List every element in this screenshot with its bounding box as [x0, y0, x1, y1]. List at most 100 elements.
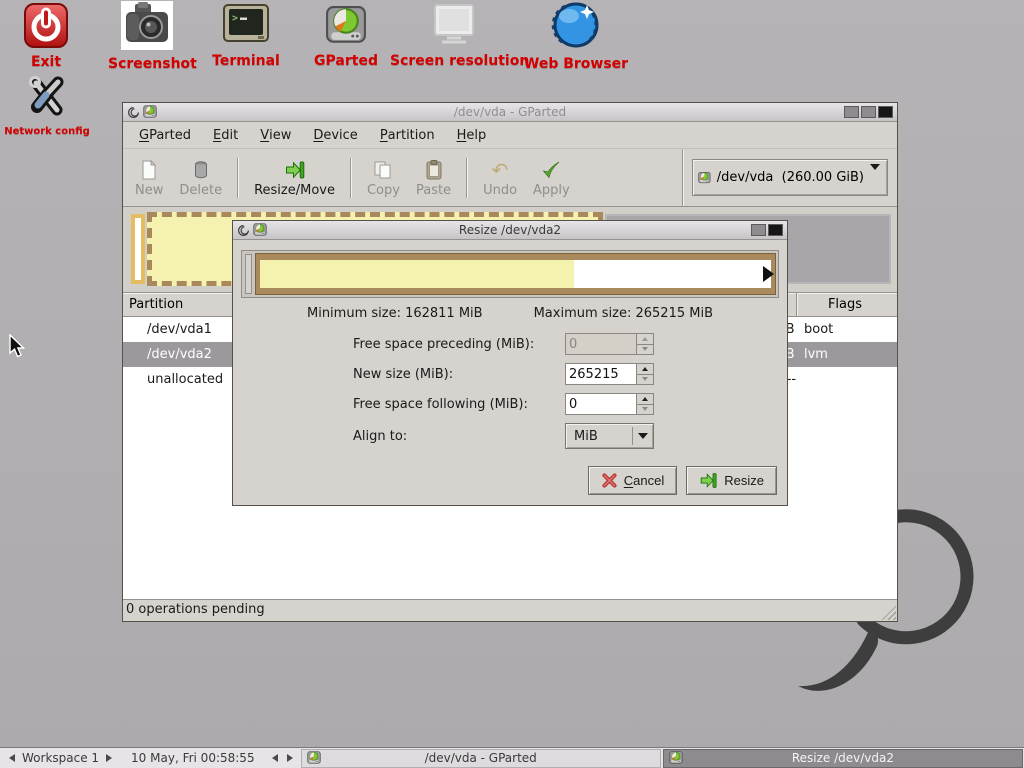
menu-view[interactable]: View [249, 122, 302, 148]
new-partition-icon [138, 159, 160, 181]
desktop-icon-screenshot[interactable]: Screenshot [108, 1, 186, 72]
new-size-input[interactable] [565, 363, 637, 385]
tools-icon [24, 72, 70, 120]
window-cycle-arrows [265, 754, 300, 762]
menu-gparted[interactable]: GParted [128, 122, 202, 148]
desktop-icon-gparted[interactable]: GParted [311, 5, 381, 69]
spin-up-icon [637, 333, 654, 345]
free-space-preceding-spinner [565, 333, 654, 355]
dialog-title: Resize /dev/vda2 [233, 223, 787, 237]
desktop-icon-label: GParted [311, 53, 381, 69]
free-space-preceding-input [565, 333, 637, 355]
partition-frame [255, 253, 776, 295]
device-label: /dev/vda (260.00 GiB) [717, 170, 864, 185]
desktop-icon-label: Network config [2, 126, 92, 137]
maximize-button[interactable] [861, 106, 876, 118]
taskbar-window-gparted[interactable]: /dev/vda - GParted [301, 749, 661, 768]
left-resize-handle[interactable] [245, 254, 252, 294]
workspace-switcher[interactable]: Workspace 1 [0, 751, 121, 765]
delete-button[interactable]: Delete [171, 155, 230, 200]
pending-operations-text: 0 operations pending [126, 602, 265, 617]
cancel-x-icon [601, 472, 618, 489]
prev-window-icon[interactable] [272, 754, 278, 762]
desktop-icon-label: Exit [16, 54, 76, 70]
free-space-following-input[interactable] [565, 393, 637, 415]
cancel-button[interactable]: Cancel [588, 466, 677, 495]
spin-down-icon[interactable] [637, 375, 654, 386]
undo-button[interactable]: ↶ Undo [475, 155, 525, 200]
menu-device[interactable]: Device [302, 122, 368, 148]
desktop-icon-label: Screen resolution [390, 53, 517, 69]
gparted-window-icon [143, 105, 157, 119]
globe-icon [551, 0, 601, 50]
desktop-icon-exit[interactable]: Exit [16, 3, 76, 70]
resize-move-button[interactable]: Resize/Move [246, 155, 343, 200]
minimum-size-text: Minimum size: 162811 MiB [307, 306, 483, 321]
resize-move-icon [284, 159, 306, 181]
toolbar: New Delete Resize/Move Copy Paste [123, 149, 897, 207]
maximum-size-text: Maximum size: 265215 MiB [534, 306, 713, 321]
paste-button[interactable]: Paste [408, 155, 459, 200]
toolbar-separator [237, 158, 239, 198]
next-workspace-icon[interactable] [106, 754, 112, 762]
used-space-bar [260, 260, 574, 288]
new-size-label: New size (MiB): [353, 367, 565, 382]
desktop-icon-label: Web Browser [520, 56, 632, 72]
desktop-icon-label: Terminal [203, 53, 289, 69]
menubar: GParted Edit View Device Partition Help [123, 122, 897, 149]
status-bar: 0 operations pending [123, 599, 897, 621]
align-to-select[interactable]: MiB [565, 423, 654, 449]
device-selector[interactable]: /dev/vda (260.00 GiB) [692, 159, 888, 196]
apply-check-icon [540, 159, 562, 181]
free-space-following-spinner[interactable] [565, 393, 654, 415]
paste-icon [423, 159, 445, 181]
free-space-preceding-label: Free space preceding (MiB): [353, 337, 565, 352]
minimize-button[interactable] [844, 106, 859, 118]
toolbar-separator [350, 158, 352, 198]
new-button[interactable]: New [127, 155, 171, 200]
undo-icon: ↶ [489, 159, 511, 181]
gparted-task-icon [669, 751, 683, 765]
resize-grip[interactable] [881, 605, 896, 620]
dialog-titlebar[interactable]: Resize /dev/vda2 [233, 221, 787, 240]
chevron-down-icon [633, 433, 653, 439]
close-button[interactable] [768, 224, 783, 236]
spin-down-icon[interactable] [637, 405, 654, 416]
chevron-down-icon [870, 170, 882, 185]
clock: 10 May, Fri 00:58:55 [121, 751, 265, 765]
close-button[interactable] [878, 106, 893, 118]
size-limits: Minimum size: 162811 MiB Maximum size: 2… [233, 306, 787, 321]
copy-icon [372, 159, 394, 181]
maximize-button[interactable] [751, 224, 766, 236]
taskbar-window-resize-dialog[interactable]: Resize /dev/vda2 [663, 749, 1023, 768]
new-size-spinner[interactable] [565, 363, 654, 385]
resize-button[interactable]: Resize [686, 466, 777, 495]
dialog-buttons: Cancel Resize [588, 466, 777, 495]
align-to-label: Align to: [353, 429, 565, 444]
device-drive-icon [698, 168, 711, 188]
right-resize-handle-icon[interactable] [763, 266, 774, 282]
menu-help[interactable]: Help [446, 122, 498, 148]
main-titlebar[interactable]: /dev/vda - GParted [123, 103, 897, 122]
desktop-icon-network-config[interactable]: Network config [2, 72, 92, 137]
terminal-icon: > [222, 3, 270, 47]
partition-block-vda1[interactable] [131, 214, 145, 284]
menu-partition[interactable]: Partition [369, 122, 446, 148]
column-header-flags[interactable]: Flags [796, 293, 893, 316]
debian-swirl-icon [127, 106, 140, 119]
svg-text:>: > [232, 13, 238, 24]
device-combo-area: /dev/vda (260.00 GiB) [682, 149, 897, 206]
desktop-icon-screen-resolution[interactable]: Screen resolution [390, 3, 517, 69]
next-window-icon[interactable] [287, 754, 293, 762]
apply-button[interactable]: Apply [525, 155, 578, 200]
prev-workspace-icon[interactable] [9, 754, 15, 762]
menu-edit[interactable]: Edit [202, 122, 249, 148]
desktop-icon-terminal[interactable]: > Terminal [203, 3, 289, 69]
desktop-icon-web-browser[interactable]: Web Browser [520, 0, 632, 72]
column-header-partition[interactable]: Partition [129, 293, 183, 316]
taskbar: Workspace 1 10 May, Fri 00:58:55 /dev/vd… [0, 747, 1024, 768]
resize-slider-widget [241, 250, 779, 298]
spin-up-icon[interactable] [637, 393, 654, 405]
spin-up-icon[interactable] [637, 363, 654, 375]
copy-button[interactable]: Copy [359, 155, 408, 200]
